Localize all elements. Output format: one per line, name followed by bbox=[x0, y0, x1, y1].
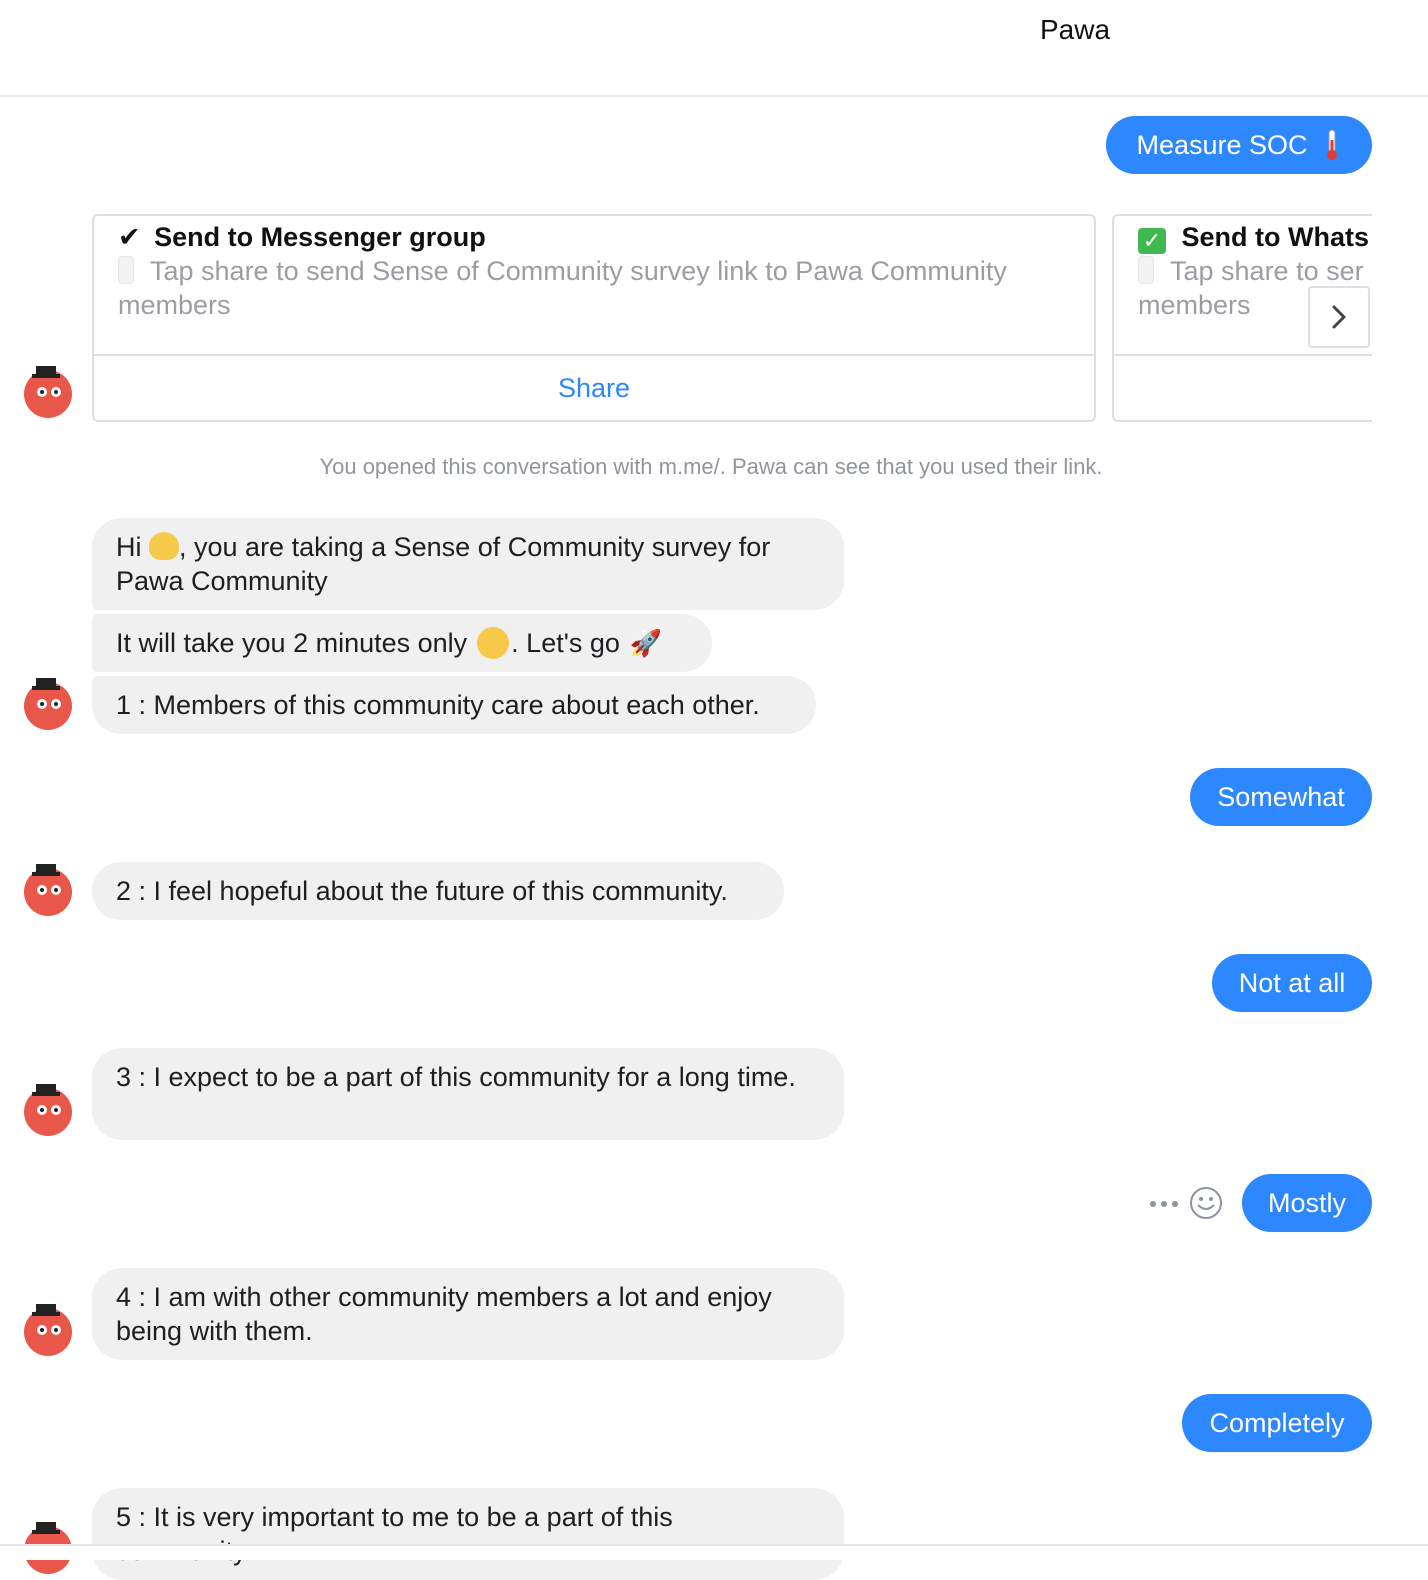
more-options-icon[interactable] bbox=[1150, 1190, 1178, 1218]
card-divider bbox=[1114, 354, 1372, 356]
bot-message-duration: It will take you 2 minutes only . Let's … bbox=[92, 614, 712, 672]
bot-avatar bbox=[24, 1304, 72, 1356]
card-title-text: Send to Whats bbox=[1181, 222, 1370, 252]
page-title: Pawa bbox=[1040, 14, 1111, 45]
chat-header: Pawa bbox=[0, 0, 1428, 97]
bot-avatar bbox=[24, 366, 72, 418]
carousel-next-button[interactable] bbox=[1308, 286, 1370, 348]
bot-message-intro: Hi , you are taking a Sense of Community… bbox=[92, 518, 844, 610]
measure-soc-button[interactable]: Measure SOC bbox=[1106, 116, 1372, 174]
bot-avatar bbox=[24, 864, 72, 916]
share-button[interactable]: Share bbox=[94, 356, 1094, 420]
card-title: ✓ Send to Whats bbox=[1138, 222, 1369, 254]
user-reply-completely: Completely bbox=[1182, 1394, 1372, 1452]
message-text-2: . Let's go bbox=[511, 628, 620, 658]
checkmark-icon: ✔ bbox=[118, 222, 141, 252]
bot-message-q4: 4 : I am with other community members a … bbox=[92, 1268, 844, 1360]
bot-avatar bbox=[24, 1084, 72, 1136]
user-reply-mostly: Mostly bbox=[1242, 1174, 1372, 1232]
react-emoji-icon[interactable] bbox=[1189, 1186, 1223, 1220]
check-box-icon: ✓ bbox=[1138, 228, 1166, 254]
thermometer-icon bbox=[1326, 129, 1337, 160]
message-text-2: , you are taking a Sense of Community su… bbox=[116, 532, 771, 596]
bot-message-q1: 1 : Members of this community care about… bbox=[92, 676, 816, 734]
conversation-notice: You opened this conversation with m.me/.… bbox=[319, 454, 1103, 479]
waving-hand-icon bbox=[149, 532, 180, 560]
user-reply-somewhat: Somewhat bbox=[1190, 768, 1372, 826]
card-title-text: Send to Messenger group bbox=[154, 222, 486, 252]
bot-message-q5: 5 : It is very important to me to be a p… bbox=[92, 1488, 844, 1580]
phone-icon bbox=[1138, 256, 1154, 284]
measure-soc-label: Measure SOC bbox=[1136, 129, 1308, 160]
message-text: 2 : I feel hopeful about the future of t… bbox=[116, 876, 728, 906]
message-text: Hi bbox=[116, 532, 142, 562]
bot-message-q3: 3 : I expect to be a part of this commun… bbox=[92, 1048, 844, 1140]
message-text: 1 : Members of this community care about… bbox=[116, 690, 760, 720]
message-text: It will take you 2 minutes only bbox=[116, 628, 468, 658]
card-subtitle-text-2: members bbox=[1138, 290, 1251, 320]
message-text: 4 : I am with other community members a … bbox=[116, 1282, 772, 1346]
rocket-icon: 🚀 bbox=[629, 628, 663, 658]
card-subtitle-text: Tap share to ser bbox=[1170, 256, 1364, 286]
chevron-right-icon bbox=[1332, 305, 1346, 329]
card-subtitle: Tap share to send Sense of Community sur… bbox=[118, 254, 1068, 322]
card-title: ✔ Send to Messenger group bbox=[118, 222, 486, 253]
grinning-face-icon bbox=[477, 627, 510, 659]
card-subtitle-text: Tap share to send Sense of Community sur… bbox=[118, 256, 1007, 320]
bot-avatar bbox=[24, 678, 72, 730]
phone-icon bbox=[118, 256, 134, 284]
user-reply-not-at-all: Not at all bbox=[1212, 954, 1372, 1012]
messenger-group-card: ✔ Send to Messenger group Tap share to s… bbox=[92, 214, 1096, 422]
message-text: 3 : I expect to be a part of this commun… bbox=[116, 1062, 796, 1092]
bot-message-q2: 2 : I feel hopeful about the future of t… bbox=[92, 862, 784, 920]
